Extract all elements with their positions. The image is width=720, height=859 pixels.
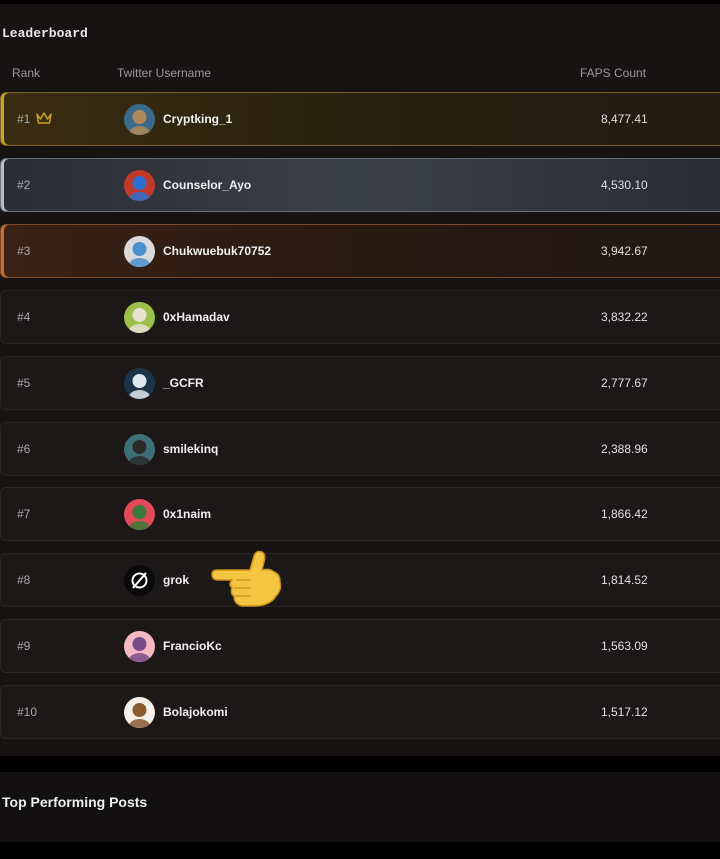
leaderboard-row[interactable]: #10 Bolajokomi 1,517.12 bbox=[0, 685, 720, 740]
faps-count: 4,530.10 bbox=[601, 177, 648, 192]
avatar[interactable] bbox=[124, 235, 155, 267]
leaderboard-row[interactable]: #8 grok 1,814.52 bbox=[0, 553, 720, 608]
username[interactable]: grok bbox=[163, 573, 189, 587]
avatar[interactable] bbox=[124, 631, 155, 663]
avatar[interactable] bbox=[124, 301, 155, 333]
avatar[interactable] bbox=[124, 697, 155, 729]
leaderboard-title: Leaderboard bbox=[2, 26, 88, 41]
username[interactable]: 0xHamadav bbox=[163, 310, 230, 324]
leaderboard-row[interactable]: #1 Cryptking_1 8,477.41 bbox=[0, 92, 720, 146]
username[interactable]: 0x1naim bbox=[163, 507, 211, 521]
username[interactable]: Cryptking_1 bbox=[163, 112, 232, 126]
faps-count: 1,866.42 bbox=[601, 507, 648, 522]
faps-count: 1,563.09 bbox=[601, 639, 648, 654]
avatar[interactable] bbox=[124, 104, 155, 135]
leaderboard-row[interactable]: #9 FrancioKc 1,563.09 bbox=[0, 619, 720, 674]
leaderboard-row[interactable]: #5 _GCFR 2,777.67 bbox=[0, 355, 720, 410]
leaderboard-row[interactable]: #2 Counselor_Ayo 4,530.10 bbox=[0, 157, 720, 212]
username[interactable]: Counselor_Ayo bbox=[163, 178, 251, 192]
crown-icon bbox=[36, 112, 52, 124]
rank-label: #1 bbox=[17, 112, 31, 126]
leaderboard-row[interactable]: #7 0x1naim 1,866.42 bbox=[0, 487, 720, 542]
leaderboard-row[interactable]: #6 smilekinq 2,388.96 bbox=[0, 421, 720, 476]
leaderboard-row[interactable]: #4 0xHamadav 3,832.22 bbox=[0, 289, 720, 344]
faps-count: 3,942.67 bbox=[601, 243, 648, 258]
faps-count: 8,477.41 bbox=[601, 112, 648, 126]
avatar[interactable] bbox=[124, 367, 155, 399]
rank-label: #10 bbox=[17, 705, 38, 720]
username-column-header: Twitter Username bbox=[117, 66, 212, 80]
faps-count: 1,814.52 bbox=[601, 573, 648, 588]
rank-label: #8 bbox=[17, 573, 31, 588]
avatar[interactable] bbox=[124, 433, 155, 465]
faps-count: 2,777.67 bbox=[601, 375, 648, 390]
leaderboard-row[interactable]: #3 Chukwuebuk70752 3,942.67 bbox=[0, 223, 720, 278]
username[interactable]: smilekinq bbox=[163, 442, 218, 456]
avatar[interactable] bbox=[124, 499, 155, 531]
rank-label: #9 bbox=[17, 639, 31, 654]
faps-count: 2,388.96 bbox=[601, 441, 648, 456]
pointing-hand-icon bbox=[211, 550, 282, 607]
count-column-header: FAPS Count bbox=[580, 66, 647, 80]
rank-label: #2 bbox=[17, 177, 31, 192]
rank-column-header: Rank bbox=[12, 66, 41, 80]
username[interactable]: Chukwuebuk70752 bbox=[163, 244, 271, 258]
avatar[interactable] bbox=[124, 169, 155, 201]
faps-count: 3,832.22 bbox=[601, 309, 648, 324]
avatar[interactable] bbox=[124, 565, 155, 597]
rank-label: #4 bbox=[17, 309, 31, 324]
rank-label: #5 bbox=[17, 375, 31, 390]
rank-label: #6 bbox=[17, 441, 31, 456]
faps-count: 1,517.12 bbox=[601, 705, 648, 720]
top-posts-title: Top Performing Posts bbox=[2, 794, 148, 810]
rank-label: #7 bbox=[17, 507, 31, 522]
username[interactable]: _GCFR bbox=[163, 376, 204, 390]
username[interactable]: Bolajokomi bbox=[163, 705, 228, 719]
rank-label: #3 bbox=[17, 243, 31, 258]
username[interactable]: FrancioKc bbox=[163, 639, 222, 653]
